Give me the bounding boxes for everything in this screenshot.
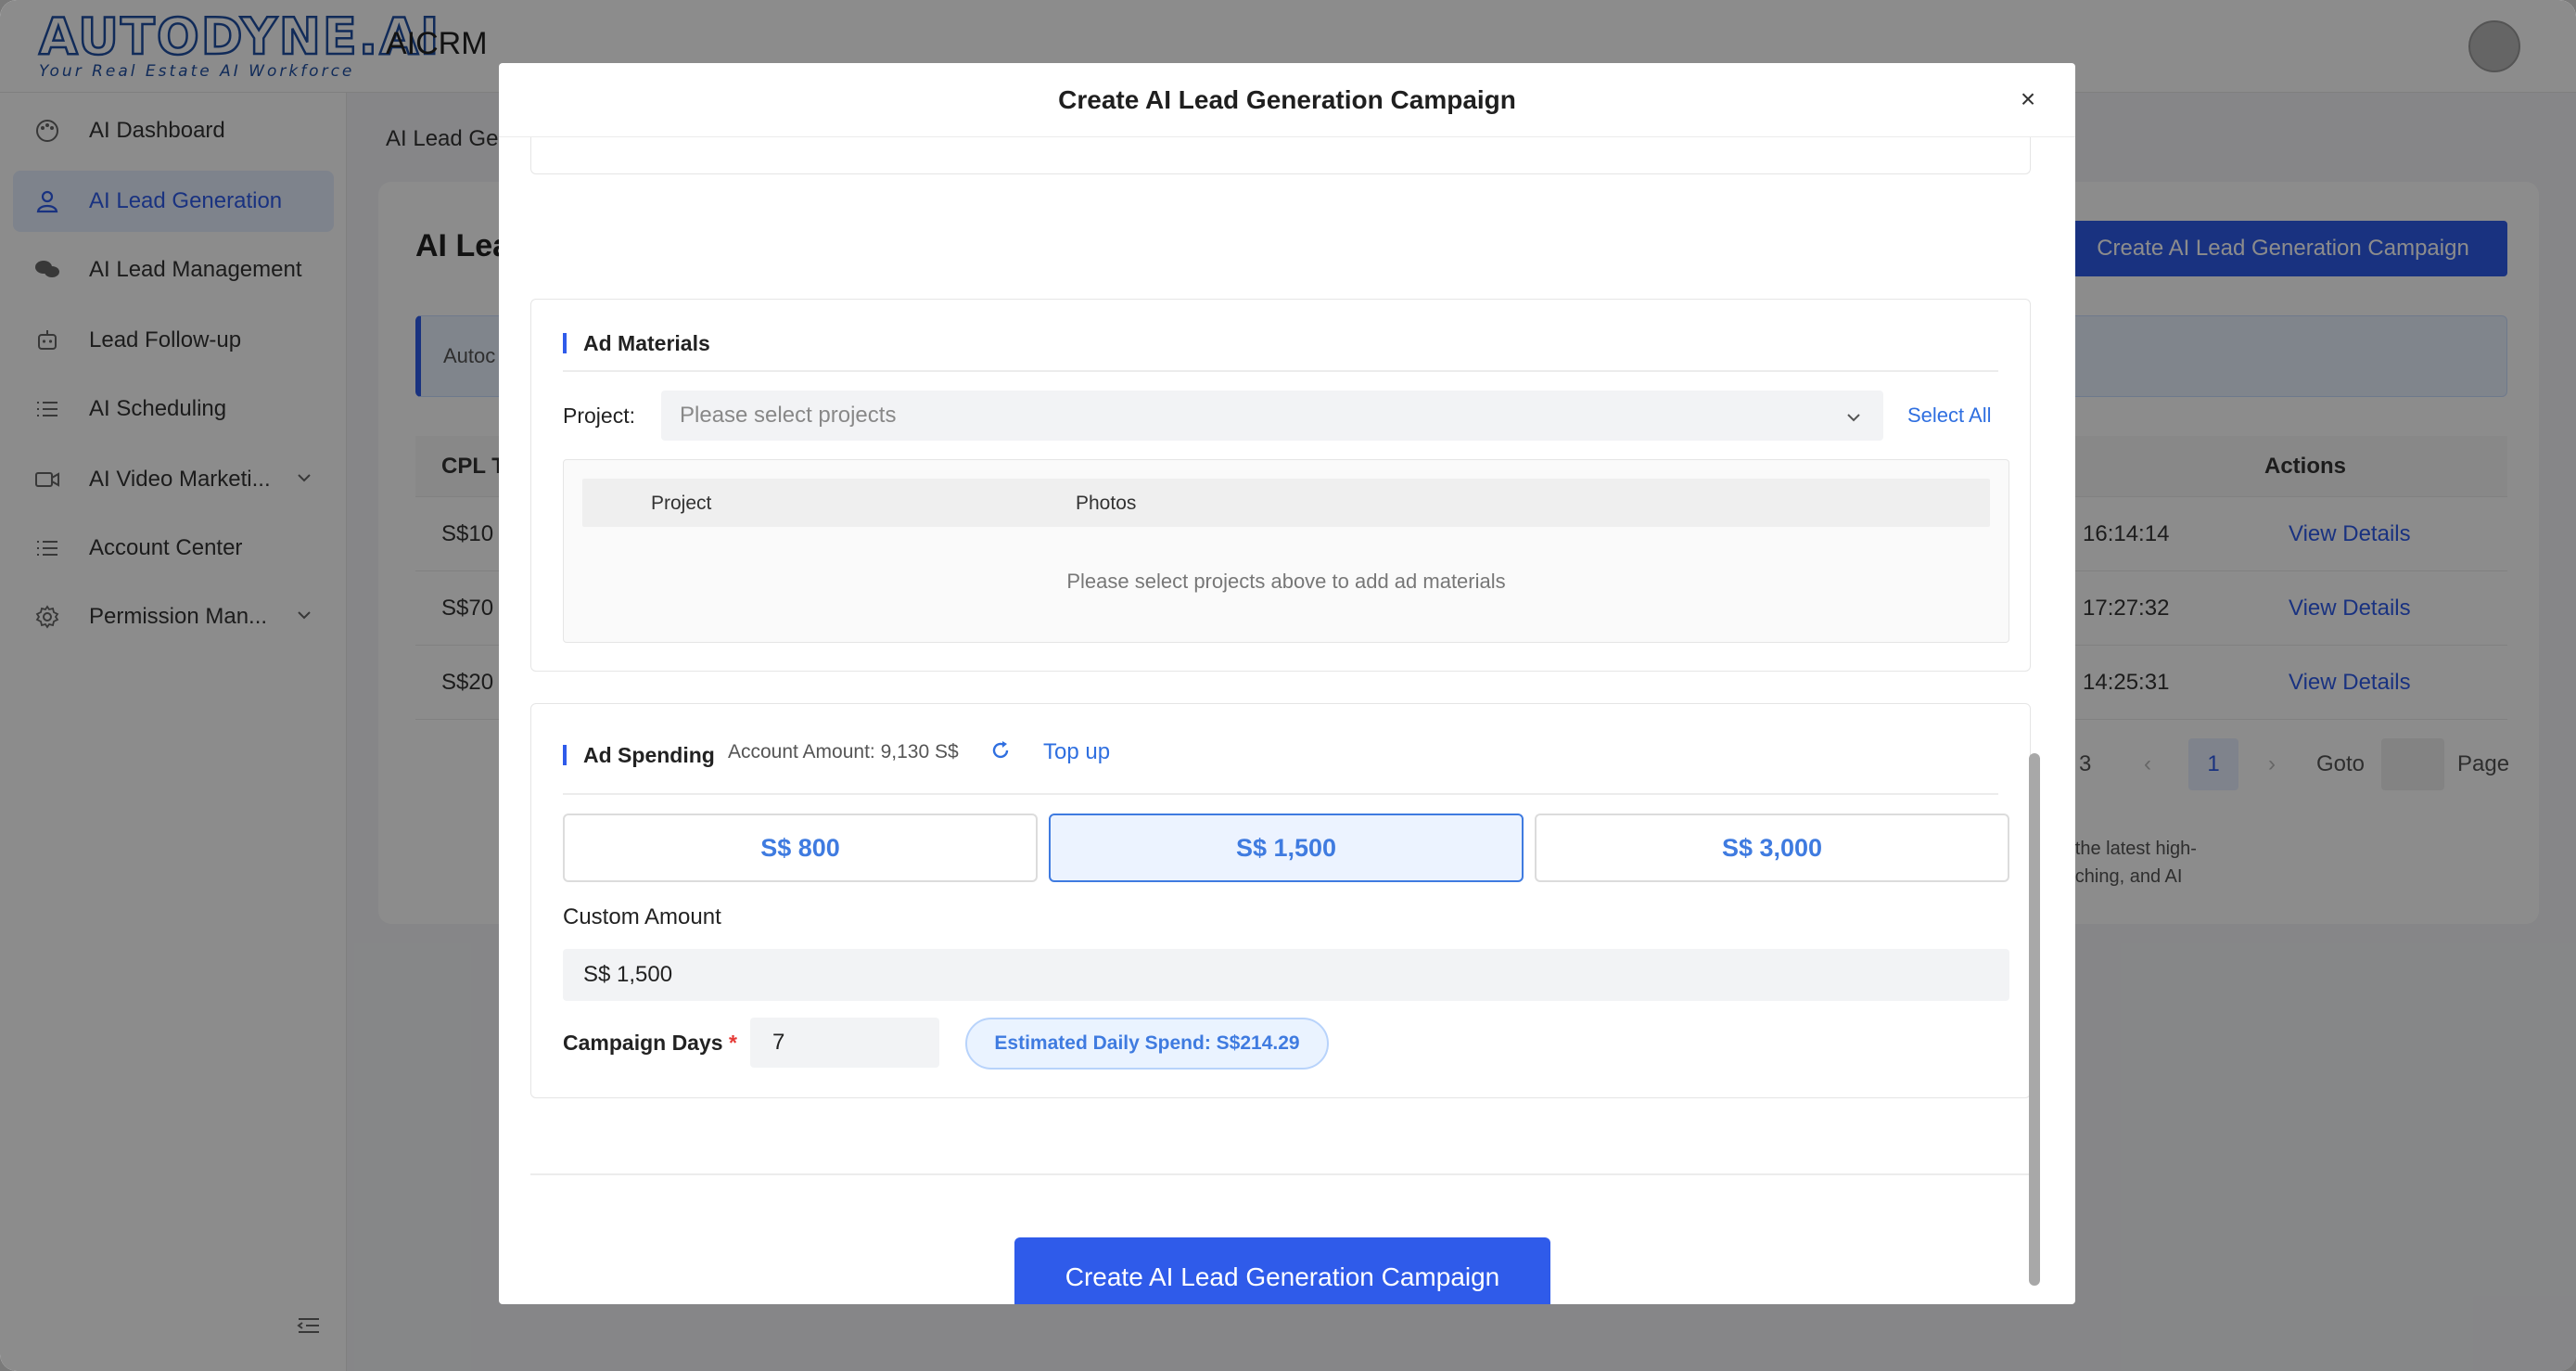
custom-amount-label: Custom Amount (563, 904, 721, 929)
column-header-photos: Photos (1076, 493, 1137, 514)
modal-body: Ad Materials Project: Please select proj… (530, 137, 2044, 1304)
ad-spending-section: Ad Spending Account Amount: 9,130 S$ Top… (530, 703, 2031, 1098)
section-divider (563, 793, 1998, 795)
custom-amount-input[interactable]: S$ 1,500 (563, 949, 2009, 1001)
select-all-link[interactable]: Select All (1907, 404, 1992, 428)
project-select-placeholder: Please select projects (680, 403, 897, 428)
ad-materials-table: Project Photos Please select projects ab… (563, 459, 2009, 643)
project-select[interactable]: Please select projects (661, 391, 1883, 441)
create-campaign-modal: Create AI Lead Generation Campaign × Ad … (499, 63, 2075, 1304)
section-title: Ad Materials (563, 333, 710, 354)
amount-option-1500[interactable]: S$ 1,500 (1049, 814, 1524, 882)
estimated-daily-spend-badge: Estimated Daily Spend: S$214.29 (965, 1018, 1329, 1070)
amount-option-3000[interactable]: S$ 3,000 (1535, 814, 2009, 882)
column-header-project: Project (651, 493, 712, 514)
close-icon[interactable]: × (2012, 83, 2044, 115)
chevron-down-icon (1844, 407, 1863, 433)
campaign-days-input[interactable]: 7 (750, 1018, 939, 1068)
amount-option-800[interactable]: S$ 800 (563, 814, 1038, 882)
empty-state-text: Please select projects above to add ad m… (1066, 570, 1506, 593)
custom-amount-value: S$ 1,500 (583, 962, 673, 987)
campaign-days-label-text: Campaign Days (563, 1031, 723, 1055)
project-label: Project: (563, 404, 635, 428)
ad-materials-section: Ad Materials Project: Please select proj… (530, 299, 2031, 672)
account-amount: Account Amount: 9,130 S$ (728, 741, 959, 762)
campaign-days-value: 7 (772, 1030, 785, 1055)
refresh-icon[interactable] (989, 739, 1012, 762)
modal-title: Create AI Lead Generation Campaign (1058, 85, 1516, 114)
modal-scrollbar[interactable] (2029, 753, 2040, 1286)
required-mark: * (728, 1031, 737, 1055)
create-campaign-submit-button[interactable]: Create AI Lead Generation Campaign (1014, 1237, 1550, 1304)
section-divider (563, 370, 1998, 372)
previous-section-edge (530, 137, 2031, 174)
section-title: Ad Spending (563, 745, 715, 766)
modal-header: Create AI Lead Generation Campaign × (499, 63, 2075, 137)
campaign-days-label: Campaign Days * (563, 1031, 737, 1056)
footer-divider (530, 1173, 2031, 1175)
top-up-link[interactable]: Top up (1043, 739, 1110, 765)
table-header: Project Photos (582, 479, 1990, 527)
